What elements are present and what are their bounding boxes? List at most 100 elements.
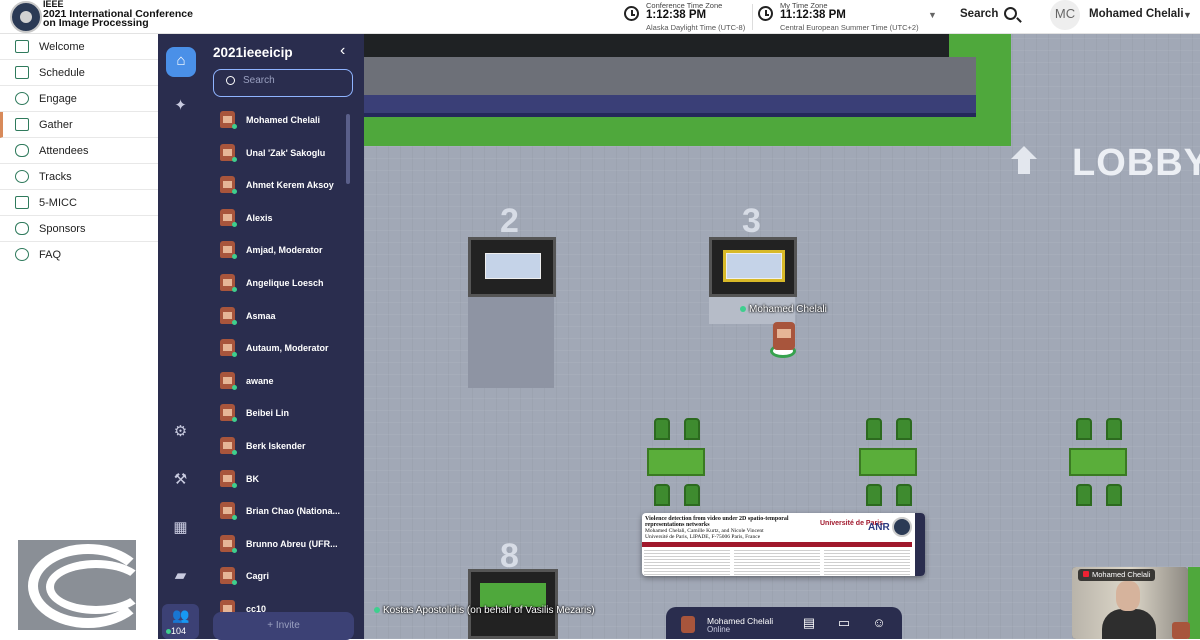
nav-item-faq[interactable]: FAQ [0, 242, 158, 268]
chat-icon [15, 92, 29, 105]
search-icon[interactable] [1004, 7, 1017, 20]
wall [364, 57, 976, 95]
handshake-icon [15, 222, 29, 235]
participant-name: Beibei Lin [246, 408, 290, 419]
participant-row[interactable]: Brian Chao (Nationa... [203, 495, 353, 527]
poster-thumbnail[interactable] [485, 253, 541, 279]
video-label: Mohamed Chelali [1078, 569, 1156, 581]
nav-label: Tracks [39, 171, 72, 183]
top-bar: IEEE 2021 International Conference on Im… [0, 0, 1200, 34]
participant-row[interactable]: Asmaa [203, 300, 353, 332]
search-label[interactable]: Search [960, 8, 998, 20]
online-dot [232, 287, 237, 292]
conference-tz-time: 1:12:38 PM [646, 9, 707, 21]
emoji-icon[interactable]: ☺ [871, 616, 887, 630]
other-player-name-tag: Kostas Apostolidis (on behalf of Vasilis… [374, 605, 595, 616]
self-status[interactable]: Online [707, 625, 730, 634]
booth-number: 3 [742, 202, 761, 240]
home-icon[interactable]: ⌂ [166, 47, 196, 77]
participant-row[interactable]: Brunno Abreu (UFR... [203, 528, 353, 560]
nav-label: Sponsors [39, 223, 86, 235]
table[interactable] [647, 448, 705, 476]
online-dot [374, 607, 380, 613]
participant-name: Cagri [246, 571, 270, 582]
online-dot [232, 417, 237, 423]
other-player-name: Kostas Apostolidis (on behalf of Vasilis… [383, 605, 595, 616]
participant-row[interactable]: Angelique Loesch [203, 267, 353, 299]
screen-share-icon[interactable]: ▭ [836, 616, 852, 630]
poster-booth-8[interactable] [468, 569, 558, 639]
calendar-icon[interactable]: ▦ [172, 519, 189, 536]
target-icon [15, 170, 29, 183]
nav-item-5-micc[interactable]: 5-MICC [0, 190, 158, 216]
participant-row[interactable]: Cagri [203, 560, 353, 592]
participant-row[interactable]: Ahmet Kerem Aksoy [203, 169, 353, 201]
collapse-panel-icon[interactable]: ‹ [340, 42, 345, 60]
poster-thumbnail[interactable] [480, 583, 546, 607]
user-name[interactable]: Mohamed Chelali [1089, 8, 1184, 20]
chevron-down-icon[interactable]: ▼ [928, 10, 937, 20]
search-icon [226, 76, 235, 85]
nav-label: Welcome [39, 41, 85, 53]
online-dot [232, 124, 237, 129]
nav-item-engage[interactable]: Engage [0, 86, 158, 112]
poster-thumbnail[interactable] [723, 250, 785, 282]
participant-row[interactable]: Unal 'Zak' Sakoglu [203, 137, 353, 169]
table[interactable] [859, 448, 917, 476]
poster-preview[interactable]: Violence detection from video under 2D s… [642, 513, 925, 576]
participant-name: Brunno Abreu (UFR... [246, 538, 338, 549]
user-avatar[interactable]: MC [1050, 0, 1080, 30]
chat-icon[interactable]: ▰ [172, 567, 189, 584]
participant-search-input[interactable] [243, 75, 343, 86]
poster-booth-3[interactable] [709, 237, 797, 297]
clock-icon [624, 6, 639, 21]
self-video-tile[interactable]: Mohamed Chelali [1072, 567, 1188, 639]
online-dot [232, 515, 237, 521]
hammer-icon[interactable]: ⚒ [172, 471, 189, 488]
nav-item-gather[interactable]: Gather [0, 112, 158, 138]
poster-booth-2[interactable] [468, 237, 556, 297]
participant-row[interactable]: Beibei Lin [203, 397, 353, 429]
online-dot [232, 156, 237, 162]
chevron-down-icon[interactable]: ▼ [1183, 10, 1192, 20]
poster-header-bar [642, 542, 912, 547]
chair [866, 484, 882, 506]
conference-logo[interactable] [10, 1, 42, 33]
participant-search[interactable] [213, 69, 353, 97]
video-person [1102, 609, 1156, 639]
conference-brand[interactable]: IEEE 2021 International Conference on Im… [43, 0, 193, 29]
wall-base [364, 113, 976, 117]
self-avatar[interactable] [681, 616, 695, 633]
poster-scrollbar[interactable] [915, 513, 925, 576]
nav-item-attendees[interactable]: Attendees [0, 138, 158, 164]
chair [1106, 484, 1122, 506]
participant-row[interactable]: Amjad, Moderator [203, 234, 353, 266]
participant-row[interactable]: Autaum, Moderator [203, 332, 353, 364]
participant-row[interactable]: Mohamed Chelali [203, 104, 353, 136]
wall [364, 34, 949, 57]
participant-row[interactable]: BK [203, 463, 353, 495]
poster-column [644, 549, 730, 575]
player-avatar[interactable] [773, 322, 795, 350]
list-scrollbar[interactable] [346, 114, 350, 184]
video-name: Mohamed Chelali [1092, 570, 1151, 579]
nav-item-sponsors[interactable]: Sponsors [0, 216, 158, 242]
nav-item-welcome[interactable]: Welcome [0, 34, 158, 60]
nav-item-tracks[interactable]: Tracks [0, 164, 158, 190]
gear-icon[interactable]: ⚙ [172, 423, 189, 440]
nav-item-schedule[interactable]: Schedule [0, 60, 158, 86]
chair [654, 484, 670, 506]
participant-row[interactable]: awane [203, 365, 353, 397]
nav-label: Engage [39, 93, 77, 105]
participant-name: BK [246, 473, 259, 484]
pin-icon[interactable]: ✦ [172, 97, 189, 114]
table[interactable] [1069, 448, 1127, 476]
online-count: 104 [171, 626, 187, 636]
clock-icon [758, 6, 773, 21]
map-icon[interactable]: ▤ [801, 616, 817, 630]
participants-button[interactable]: 👥 104 [162, 604, 199, 639]
participant-row[interactable]: Alexis [203, 202, 353, 234]
invite-button[interactable]: + Invite [213, 612, 354, 640]
poster-column [824, 549, 910, 575]
participant-row[interactable]: Berk Iskender [203, 430, 353, 462]
